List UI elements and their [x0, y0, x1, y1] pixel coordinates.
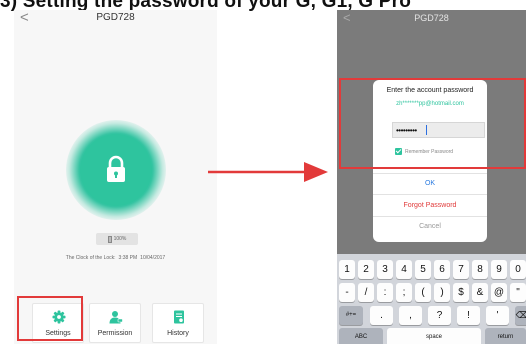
padlock-icon	[107, 155, 125, 182]
clock-date: 10/04/2017	[140, 255, 166, 261]
cancel-button[interactable]: Cancel	[373, 217, 487, 237]
dialog-highlight-box	[339, 78, 526, 169]
right-arrow-icon	[208, 162, 328, 182]
permission-button[interactable]: Permission	[89, 303, 141, 343]
history-button[interactable]: History	[152, 303, 204, 343]
key-colon[interactable]: :	[377, 283, 393, 302]
key-abc[interactable]: ABC	[339, 328, 383, 344]
key-hyphen[interactable]: -	[339, 283, 355, 302]
key-8[interactable]: 8	[472, 260, 488, 279]
page-title-dimmed: PGD728	[414, 13, 449, 23]
clock-prefix: The Clock of the Lock:	[65, 255, 116, 261]
key-open-paren[interactable]: (	[415, 283, 431, 302]
lock-clock-line: The Clock of the Lock: 3:38 PM 10/04/2017	[14, 255, 217, 261]
history-label: History	[167, 330, 189, 337]
battery-icon	[107, 235, 112, 243]
key-dollar[interactable]: $	[453, 283, 469, 302]
key-9[interactable]: 9	[491, 260, 507, 279]
left-phone-screen: < PGD728 100% The Clock of the Lock: 3:38…	[14, 10, 217, 344]
forgot-password-button[interactable]: Forgot Password	[373, 195, 487, 216]
key-7[interactable]: 7	[453, 260, 469, 279]
key-quote[interactable]: "	[510, 283, 526, 302]
key-return[interactable]: return	[485, 328, 526, 344]
ok-button[interactable]: OK	[373, 174, 487, 194]
page-title: PGD728	[96, 12, 135, 23]
key-question[interactable]: ?	[428, 306, 451, 325]
clock-time: 3:38 PM	[118, 255, 138, 261]
numeric-keyboard: 1 2 3 4 5 6 7 8 9 0 - / : ; ( ) $ & @ " …	[337, 254, 526, 344]
lock-button[interactable]	[80, 134, 152, 206]
left-header: < PGD728	[14, 10, 217, 28]
battery-percentage: 100%	[113, 236, 127, 242]
key-2[interactable]: 2	[358, 260, 374, 279]
key-6[interactable]: 6	[434, 260, 450, 279]
key-apostrophe[interactable]: '	[486, 306, 509, 325]
key-1[interactable]: 1	[339, 260, 355, 279]
backspace-icon[interactable]: ⌫	[515, 306, 526, 325]
key-at[interactable]: @	[491, 283, 507, 302]
key-4[interactable]: 4	[396, 260, 412, 279]
settings-highlight-box	[17, 296, 83, 341]
key-close-paren[interactable]: )	[434, 283, 450, 302]
right-header: < PGD728	[337, 10, 526, 30]
key-exclamation[interactable]: !	[457, 306, 480, 325]
key-symbols-mode[interactable]: #+=	[339, 306, 363, 325]
battery-indicator: 100%	[96, 233, 138, 245]
key-semicolon[interactable]: ;	[396, 283, 412, 302]
key-space[interactable]: space	[387, 328, 481, 344]
key-0[interactable]: 0	[510, 260, 526, 279]
key-ampersand[interactable]: &	[472, 283, 488, 302]
key-3[interactable]: 3	[377, 260, 393, 279]
person-icon	[109, 311, 123, 324]
key-period[interactable]: .	[370, 306, 393, 325]
right-phone-screen: < PGD728 100% Enter the account password…	[337, 10, 526, 344]
key-comma[interactable]: ,	[399, 306, 422, 325]
permission-label: Permission	[97, 330, 133, 337]
document-icon	[174, 310, 184, 324]
key-5[interactable]: 5	[415, 260, 431, 279]
key-slash[interactable]: /	[358, 283, 374, 302]
